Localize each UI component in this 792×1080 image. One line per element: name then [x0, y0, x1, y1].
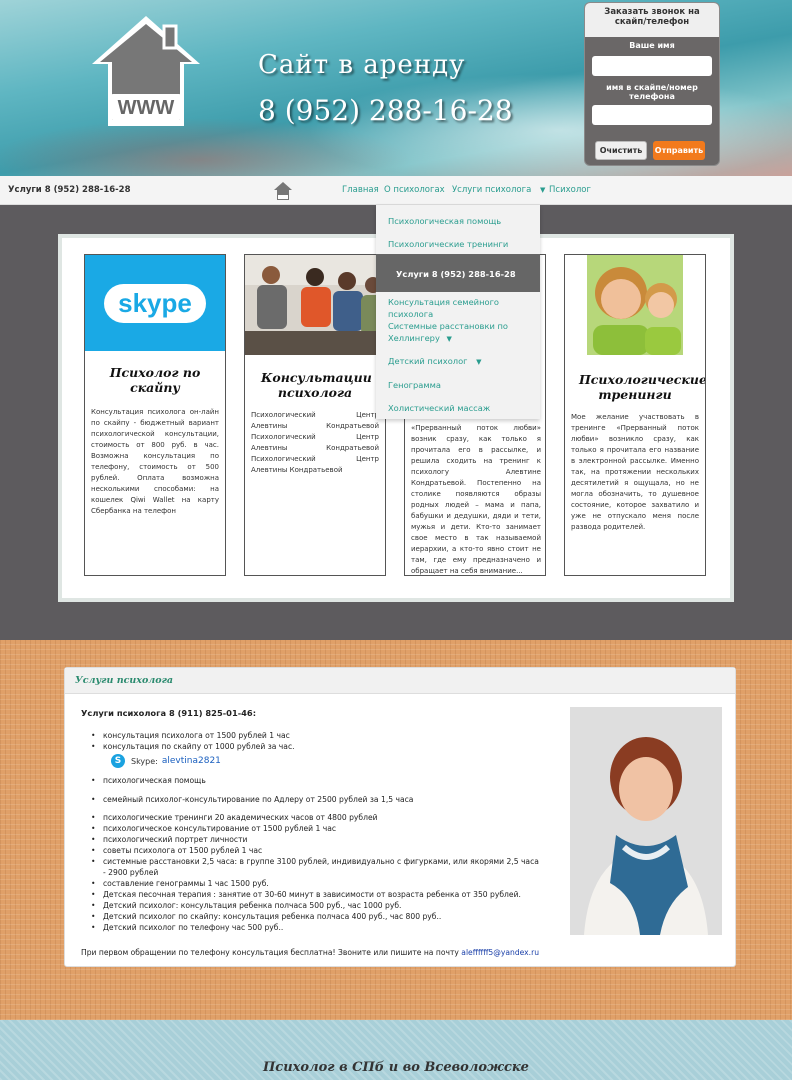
chevron-down-icon: ▼ — [446, 335, 452, 343]
contact-label: имя в скайпе/номер телефона — [606, 83, 698, 101]
dropdown-item-massage[interactable]: Холистический массаж — [388, 402, 490, 414]
young-people-photo — [565, 255, 705, 359]
callback-title: Заказать звонок на скайп/телефон — [585, 3, 719, 37]
footer-title: Психолог в СПб и во Всеволожске — [263, 1060, 529, 1075]
skype-logo-text: skype — [118, 287, 192, 318]
nav-phone: Услуги 8 (952) 288-16-28 — [8, 185, 131, 195]
dropdown-item-constellations[interactable]: Системные расстановки по Хеллингеру ▼ — [388, 320, 518, 345]
contact-input[interactable] — [592, 105, 712, 125]
skype-contact: S Skype: alevtina2821 — [111, 754, 221, 768]
list-item: психологические тренинги 20 академически… — [91, 812, 541, 823]
nav-item-about[interactable]: О психологах — [384, 185, 445, 195]
nav-item-services[interactable]: Услуги психолога ▼ — [452, 185, 545, 195]
card-text: «Прерванный поток любви» возник сразу, к… — [411, 424, 541, 575]
footer-note-text: При первом обращении по телефону консуль… — [81, 948, 459, 957]
psychologist-photo — [570, 707, 722, 935]
skype-id-link[interactable]: alevtina2821 — [162, 756, 221, 766]
list-item: консультация психолога от 1500 рублей 1 … — [91, 730, 541, 741]
list-item: советы психолога от 1500 рублей 1 час — [91, 845, 541, 856]
list-item: Детский психолог: консультация ребенка п… — [91, 900, 541, 911]
card-text: Мое желание участвовать в тренинге «Прер… — [571, 413, 699, 531]
nav-item-psychologist[interactable]: Психолог — [549, 185, 591, 195]
email-link[interactable]: aleffffff5@yandex.ru — [461, 948, 539, 957]
card-trainings[interactable]: Психологические тренинги Мое желание уча… — [564, 254, 706, 576]
list-item: системные расстановки 2,5 часа: в группе… — [91, 856, 541, 878]
group-session-photo — [245, 255, 385, 355]
home-icon[interactable] — [272, 180, 294, 202]
callback-form: Заказать звонок на скайп/телефон Ваше им… — [584, 2, 720, 166]
skype-icon: S — [111, 754, 125, 768]
dropdown-item-child-label: Детский психолог — [388, 356, 468, 366]
services-list-family: семейный психолог-консультирование по Ад… — [91, 794, 541, 805]
services-dropdown-menu: Психологическая помощь Психологические т… — [376, 205, 540, 419]
site-slogan: Сайт в аренду — [258, 50, 466, 80]
send-button[interactable]: Отправить — [653, 141, 705, 160]
dropdown-item-trainings[interactable]: Психологические тренинги — [388, 238, 508, 250]
name-label: Ваше имя — [629, 41, 675, 50]
name-input[interactable] — [592, 56, 712, 76]
services-list-help: психологическая помощь — [91, 775, 541, 786]
skype-label: Skype: — [131, 756, 158, 766]
nav-item-home[interactable]: Главная — [342, 185, 379, 195]
services-intro: Услуги психолога 8 (911) 825-01-46: — [81, 708, 257, 718]
list-item: Детская песочная терапия : занятие от 30… — [91, 889, 541, 900]
nav-item-services-label: Услуги психолога — [452, 185, 532, 195]
list-item: Детский психолог по скайпу: консультация… — [91, 911, 541, 922]
chevron-down-icon: ▼ — [476, 358, 482, 366]
main-navbar: Услуги 8 (952) 288-16-28 Главная О психо… — [0, 176, 792, 205]
dropdown-item-family[interactable]: Консультация семейного психолога — [388, 296, 540, 320]
card-title: Консультации психолога — [261, 370, 372, 400]
services-heading: Услуги психолога — [65, 668, 735, 694]
card-text: Консультация психолога он-лайн по скайпу… — [91, 408, 219, 515]
list-item: Детский психолог по телефону час 500 руб… — [91, 922, 541, 933]
dropdown-item-phone-active[interactable]: Услуги 8 (952) 288-16-28 — [376, 254, 540, 292]
card-title: Психолог по скайпу — [109, 365, 201, 395]
clear-button[interactable]: Очистить — [595, 141, 647, 160]
services-list-top: консультация психолога от 1500 рублей 1 … — [91, 730, 541, 752]
house-www-logo-icon[interactable]: WWW — [86, 10, 206, 130]
header-banner: WWW Сайт в аренду 8 (952) 288-16-28 Зака… — [0, 0, 792, 176]
services-list-bottom: психологические тренинги 20 академически… — [91, 812, 541, 933]
list-item: психологическое консультирование от 1500… — [91, 823, 541, 834]
header-phone: 8 (952) 288-16-28 — [258, 94, 513, 127]
dropdown-item-help[interactable]: Психологическая помощь — [388, 215, 501, 227]
card-skype[interactable]: skype Психолог по скайпу Консультация пс… — [84, 254, 226, 576]
card-consultations[interactable]: Консультации психолога Психологический Ц… — [244, 254, 386, 576]
chevron-down-icon: ▼ — [540, 186, 546, 194]
card-title: Психологические тренинги — [579, 372, 706, 402]
list-item: психологический портрет личности — [91, 834, 541, 845]
list-item: психологическая помощь — [91, 775, 541, 786]
list-item: составление генограммы 1 час 1500 руб. — [91, 878, 541, 889]
logo-text: WWW — [118, 97, 175, 119]
dropdown-item-genogram[interactable]: Генограмма — [388, 379, 441, 391]
services-footer-note: При первом обращении по телефону консуль… — [81, 948, 539, 957]
card-text: Психологический Центр Алевтины Кондратье… — [251, 411, 379, 474]
list-item: семейный психолог-консультирование по Ад… — [91, 794, 541, 805]
dropdown-item-child[interactable]: Детский психолог ▼ — [388, 355, 482, 368]
services-panel: Услуги психолога Услуги психолога 8 (911… — [64, 667, 736, 967]
skype-logo-icon: skype — [85, 255, 225, 351]
list-item: консультация по скайпу от 1000 рублей за… — [91, 741, 541, 752]
